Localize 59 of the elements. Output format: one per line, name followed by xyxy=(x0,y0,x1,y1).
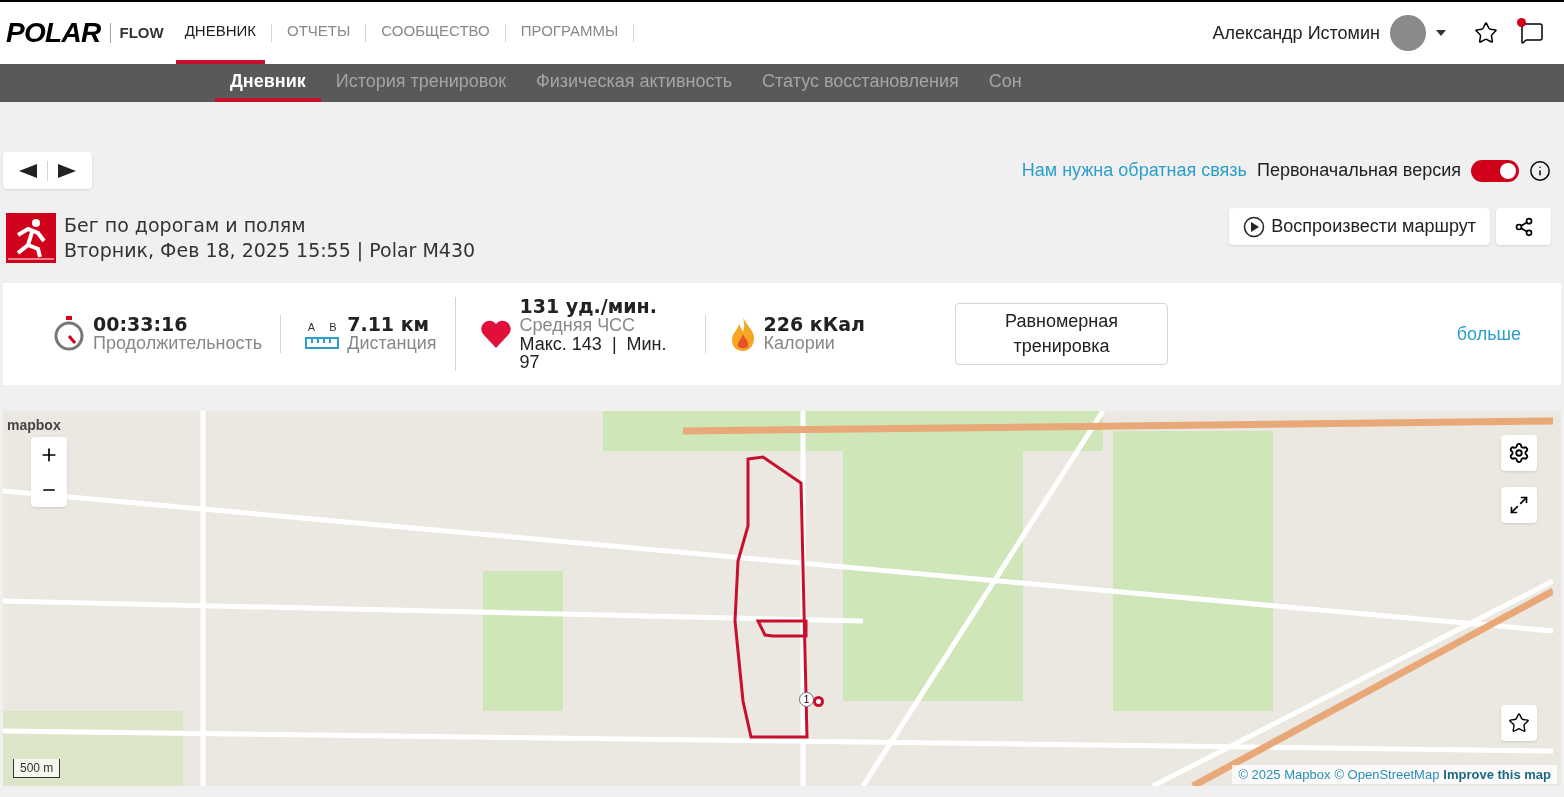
attribution-link[interactable]: © OpenStreetMap xyxy=(1334,764,1440,784)
version-toggle[interactable] xyxy=(1471,159,1519,182)
running-activity-icon xyxy=(6,213,56,263)
stopwatch-icon xyxy=(53,316,85,352)
settings-icon xyxy=(1508,442,1530,464)
play-route-button[interactable]: Воспроизвести маршрут xyxy=(1229,208,1490,245)
user-name[interactable]: Александр Истомин xyxy=(1212,19,1380,47)
ruler-icon xyxy=(305,337,340,350)
end-marker-label: B xyxy=(329,319,337,335)
route-end-icon xyxy=(813,696,824,707)
attribution-link[interactable]: Improve this map xyxy=(1443,764,1551,784)
messages-icon xyxy=(1520,21,1544,45)
share-icon xyxy=(1513,216,1534,237)
more-link[interactable]: больше xyxy=(1456,320,1521,348)
attribution-link[interactable]: © 2025 Mapbox xyxy=(1238,764,1331,784)
nav-tab[interactable]: ОТЧЕТЫ xyxy=(278,2,360,64)
avatar[interactable] xyxy=(1390,15,1426,51)
caret-icon[interactable] xyxy=(1436,30,1446,36)
training-type-button[interactable]: Равномерная тренировка xyxy=(955,303,1168,365)
toggle-label: Первоначальная версия xyxy=(1256,159,1461,182)
play-icon xyxy=(1243,215,1266,238)
sub-nav-tab[interactable]: Физическая активность xyxy=(521,64,748,102)
stat-label: Дистанция xyxy=(347,334,437,353)
info-icon[interactable] xyxy=(1529,159,1551,182)
messages-button[interactable] xyxy=(1520,21,1544,45)
stat-label: Продолжительность xyxy=(93,334,263,353)
activity-title: Бег по дорогам и полям xyxy=(64,213,307,238)
feedback-link[interactable]: Нам нужна обратная связь xyxy=(1021,157,1247,184)
stat-label: Средняя ЧСС xyxy=(519,316,636,335)
expand-icon xyxy=(1509,495,1529,515)
heart-rate-range: Макс. 143 | Мин. 97 xyxy=(519,335,668,371)
heart-icon xyxy=(479,319,512,349)
fullscreen-button[interactable] xyxy=(1501,487,1537,523)
flame-icon xyxy=(729,316,756,352)
stat-value: 226 кКал xyxy=(763,315,865,334)
sub-nav-tab[interactable]: Статус восстановления xyxy=(747,64,974,102)
polar-logo: POLAR xyxy=(6,16,101,50)
previous-arrow-icon[interactable] xyxy=(19,163,37,178)
sub-nav-tab[interactable]: Дневник xyxy=(215,64,321,102)
stat-label: Калории xyxy=(763,334,836,353)
star-icon xyxy=(1508,712,1530,734)
mapbox-logo: mapbox xyxy=(7,416,61,435)
route-map[interactable]: 1 mapbox 500 m © 2025 Mapbox © OpenStreetMap Improve this map xyxy=(3,411,1561,786)
route-marker: 1 xyxy=(799,692,814,707)
sub-nav-tab[interactable]: История тренировок xyxy=(320,64,522,102)
next-arrow-icon[interactable] xyxy=(58,163,76,178)
map-settings-button[interactable] xyxy=(1501,435,1537,471)
nav-tab[interactable]: ПРОГРАММЫ xyxy=(511,2,628,64)
sub-nav-tab[interactable]: Сон xyxy=(973,64,1037,102)
product-name: FLOW xyxy=(119,22,164,43)
map-scale: 500 m xyxy=(13,759,61,778)
favorites-icon[interactable] xyxy=(1474,21,1498,45)
activity-subtitle: Вторник, Фев 18, 2025 15:55 | Polar M430 xyxy=(64,238,476,263)
share-button[interactable] xyxy=(1496,208,1551,245)
start-marker-label: A xyxy=(307,319,316,335)
map-favorite-button[interactable] xyxy=(1501,705,1537,741)
stat-value: 00:33:16 xyxy=(93,315,189,334)
nav-tab[interactable]: СООБЩЕСТВО xyxy=(372,2,499,64)
stat-value: 7.11 км xyxy=(347,315,431,334)
